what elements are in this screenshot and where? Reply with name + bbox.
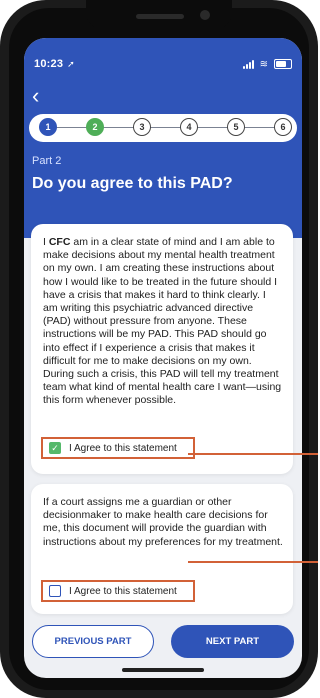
signal-icon — [242, 59, 254, 69]
step-6: 6 — [274, 118, 292, 136]
agree-checkbox-row-2[interactable]: I Agree to this statement — [41, 580, 195, 602]
previous-part-button[interactable]: PREVIOUS PART — [32, 625, 154, 658]
navigation-buttons: PREVIOUS PART NEXT PART — [24, 625, 302, 665]
part-label: Part 2 — [32, 155, 62, 167]
status-bar: 10:23 ➚ ≋ — [34, 56, 292, 72]
camera-icon — [200, 10, 210, 20]
status-time: 10:23 — [34, 58, 64, 70]
statement-1-name: CFC — [48, 236, 71, 248]
agree-checkbox-row-1[interactable]: ✓ I Agree to this statement — [41, 437, 195, 459]
agree-label-2: I Agree to this statement — [69, 585, 177, 597]
step-5: 5 — [227, 118, 245, 136]
back-chevron-icon[interactable]: ‹ — [32, 85, 39, 107]
statement-2-text: If a court assigns me a guardian or othe… — [43, 496, 283, 548]
page-title: Do you agree to this PAD? — [32, 175, 233, 192]
step-4: 4 — [180, 118, 198, 136]
agree-label-1: I Agree to this statement — [69, 442, 177, 454]
progress-line — [45, 127, 281, 128]
home-indicator — [122, 668, 204, 672]
progress-steps: 1 2 3 4 5 6 — [29, 114, 297, 142]
check-icon[interactable]: ✓ — [49, 442, 61, 454]
unchecked-box-icon[interactable] — [49, 585, 61, 597]
wifi-icon: ≋ — [259, 58, 268, 70]
status-icons: ≋ — [242, 58, 292, 70]
step-3: 3 — [133, 118, 151, 136]
statement-card-1: I CFC am in a clear state of mind and I … — [31, 224, 293, 474]
statement-1-body: am in a clear state of mind and I am abl… — [43, 236, 282, 407]
phone-notch — [86, 0, 232, 30]
phone-frame: 10:23 ➚ ≋ ‹ 1 2 3 4 5 6 Part 2 Do you ag… — [0, 0, 318, 698]
location-arrow-icon: ➚ — [67, 58, 75, 69]
statement-1-text: I CFC am in a clear state of mind and I … — [43, 236, 283, 408]
callout-line-2 — [188, 561, 318, 563]
app-screen: 10:23 ➚ ≋ ‹ 1 2 3 4 5 6 Part 2 Do you ag… — [24, 38, 302, 678]
next-part-button[interactable]: NEXT PART — [171, 625, 294, 658]
step-1: 1 — [39, 118, 57, 136]
statement-card-2: If a court assigns me a guardian or othe… — [31, 484, 293, 614]
step-2: 2 — [86, 118, 104, 136]
speaker-icon — [136, 14, 184, 19]
callout-line-1 — [188, 453, 318, 455]
battery-icon — [274, 59, 292, 69]
